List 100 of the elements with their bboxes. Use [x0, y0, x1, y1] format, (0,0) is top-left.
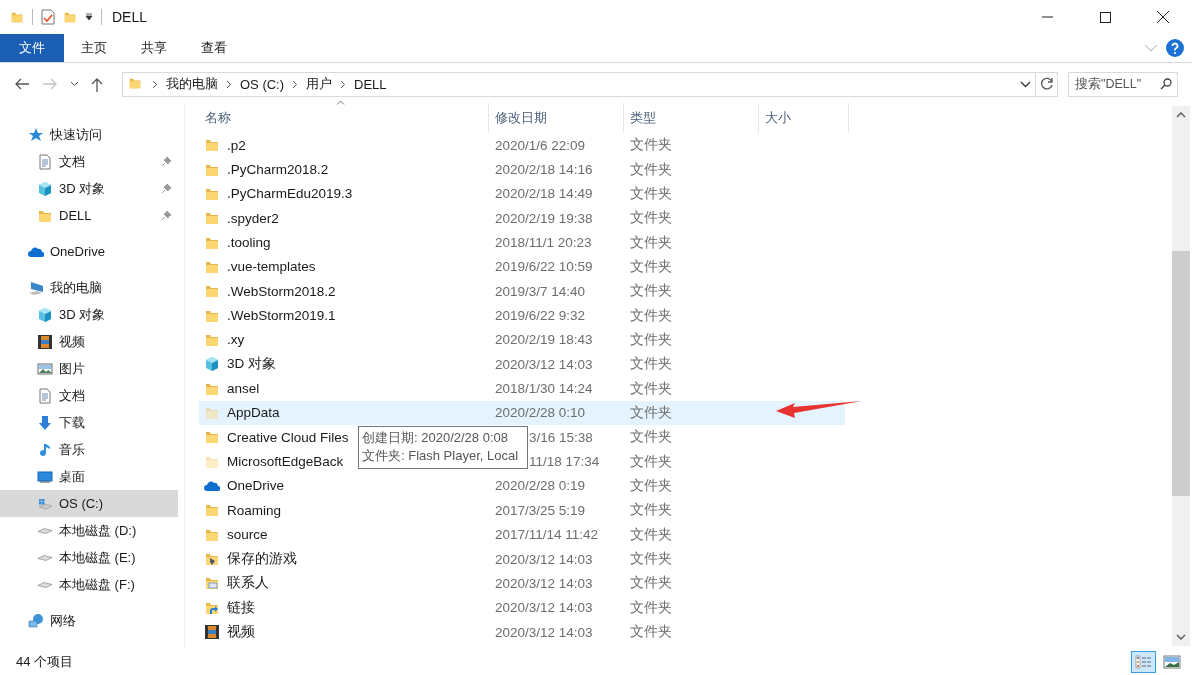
details-view-button[interactable]	[1131, 650, 1156, 673]
nav-item[interactable]: OneDrive	[0, 238, 178, 265]
chevron-right-icon	[226, 79, 232, 89]
minimize-icon	[1041, 16, 1053, 18]
file-name: 链接	[227, 598, 255, 617]
date-cell-text: 2020/3/12 14:03	[494, 356, 593, 372]
file-name: 视频	[227, 623, 255, 642]
drive-icon	[37, 527, 53, 534]
nav-item[interactable]: 文档	[0, 382, 178, 409]
ribbon-tab[interactable]: 主页	[64, 34, 124, 62]
chevron-right-icon	[340, 79, 347, 89]
pin-icon[interactable]	[161, 156, 172, 167]
file-name: OneDrive	[227, 478, 285, 494]
breadcrumb-item[interactable]: 用户	[302, 75, 337, 93]
file-name: .PyCharm2018.2	[227, 162, 329, 177]
nav-item[interactable]: 网络	[0, 607, 178, 634]
file-name: .vue-templates	[227, 259, 316, 275]
column-header[interactable]: 大小	[759, 103, 849, 133]
chevron-down-icon[interactable]	[70, 81, 79, 87]
scrollbar-thumb[interactable]	[1172, 251, 1190, 496]
nav-item[interactable]: 本地磁盘 (D:)	[0, 517, 178, 544]
file-name: ansel	[227, 381, 260, 397]
nav-item[interactable]: 文档	[0, 148, 178, 175]
nav-item[interactable]: 下载	[0, 409, 178, 436]
address-bar[interactable]: 我的电脑 OS (C:) 用户 DELL	[122, 71, 1036, 97]
properties-icon[interactable]	[41, 9, 55, 25]
column-header[interactable]: 类型	[624, 103, 759, 133]
cube-icon	[204, 356, 220, 373]
type-cell-text: 文件夹	[629, 598, 673, 617]
nav-item[interactable]: 视频	[0, 328, 178, 355]
breadcrumb-item[interactable]: 我的电脑	[162, 75, 222, 93]
breadcrumb-item[interactable]: DELL	[350, 76, 391, 92]
date-cell-text: 2020/3/12 14:03	[494, 575, 593, 591]
refresh-button[interactable]	[1036, 71, 1058, 97]
nav-item[interactable]: OS (C:)	[0, 490, 178, 517]
up-arrow-icon[interactable]	[91, 76, 103, 92]
nav-item[interactable]: 本地磁盘 (F:)	[0, 571, 178, 598]
nav-item[interactable]: 音乐	[0, 436, 178, 463]
folder-icon	[204, 502, 220, 519]
cube-icon	[37, 180, 53, 197]
pin-icon[interactable]	[161, 210, 172, 221]
nav-item[interactable]: 3D 对象	[0, 175, 178, 202]
file-name: MicrosoftEdgeBack	[227, 454, 344, 470]
type-cell-text: 文件夹	[629, 136, 673, 155]
type-cell-text: 文件夹	[629, 184, 673, 203]
file-name: .WebStorm2019.1	[227, 308, 336, 324]
type-cell-text: 文件夹	[629, 403, 673, 422]
scrollbar[interactable]	[1172, 106, 1190, 646]
folder-icon	[204, 210, 220, 227]
folder-icon	[204, 429, 220, 446]
date-cell-text: 2020/2/28 0:19	[494, 478, 586, 494]
ribbon-tab[interactable]: 共享	[124, 34, 184, 62]
scroll-up-icon[interactable]	[1176, 112, 1186, 118]
back-arrow-icon[interactable]	[14, 78, 30, 90]
drive-icon	[37, 554, 53, 561]
scroll-down-icon[interactable]	[1176, 634, 1186, 640]
item-count: 44 个项目	[16, 652, 74, 671]
type-cell-text: 文件夹	[629, 160, 673, 179]
network-icon	[28, 612, 44, 629]
contacts-folder-icon	[204, 575, 220, 592]
tooltip-text: 创建日期: 2020/2/28 0:08	[362, 429, 509, 447]
file-name: 3D 对象	[227, 355, 276, 374]
nav-item[interactable]: DELL	[0, 202, 178, 229]
date-cell-text: 2017/11/14 11:42	[494, 527, 599, 543]
column-header[interactable]: 名称	[199, 103, 489, 133]
breadcrumb-item[interactable]: OS (C:)	[236, 76, 289, 92]
document-icon	[37, 387, 53, 404]
type-cell-text: 文件夹	[629, 306, 673, 325]
file-name: source	[227, 527, 268, 543]
folder-icon	[204, 283, 220, 300]
nav-item[interactable]: 图片	[0, 355, 178, 382]
file-name: .xy	[227, 332, 245, 348]
date-cell-text: 2018/1/30 14:24	[494, 381, 593, 397]
file-name: .tooling	[227, 235, 271, 251]
file-name: 联系人	[227, 574, 269, 593]
date-cell-text: 3/16 15:38	[528, 429, 593, 445]
date-cell-text: 11/18 17:34	[528, 454, 600, 470]
ribbon-tab[interactable]: 文件	[0, 34, 64, 62]
type-cell-text: 文件夹	[629, 330, 673, 349]
nav-item[interactable]: 3D 对象	[0, 301, 178, 328]
help-icon[interactable]	[1166, 39, 1184, 57]
type-cell-text: 文件夹	[629, 501, 673, 520]
file-name: .WebStorm2018.2	[227, 283, 336, 299]
column-header[interactable]: 修改日期	[489, 103, 624, 133]
ribbon-tab[interactable]: 查看	[184, 34, 244, 62]
nav-item[interactable]: 桌面	[0, 463, 178, 490]
type-cell-text: 文件夹	[629, 209, 673, 228]
nav-item[interactable]: 我的电脑	[0, 274, 178, 301]
nav-item[interactable]: 本地磁盘 (E:)	[0, 544, 178, 571]
dropdown-arrow-icon[interactable]	[85, 13, 93, 21]
search-field[interactable]: 搜索"DELL"	[1068, 71, 1178, 97]
pin-icon[interactable]	[161, 183, 172, 194]
window-title: DELL	[112, 9, 148, 25]
nav-item[interactable]: 快速访问	[0, 121, 178, 148]
download-arrow-icon	[37, 414, 53, 431]
refresh-icon	[1039, 77, 1054, 91]
music-note-icon	[37, 441, 53, 458]
type-cell-text: 文件夹	[629, 452, 673, 471]
file-name: .PyCharmEdu2019.3	[227, 186, 353, 202]
date-cell-text: 2018/11/1 20:23	[494, 235, 592, 251]
